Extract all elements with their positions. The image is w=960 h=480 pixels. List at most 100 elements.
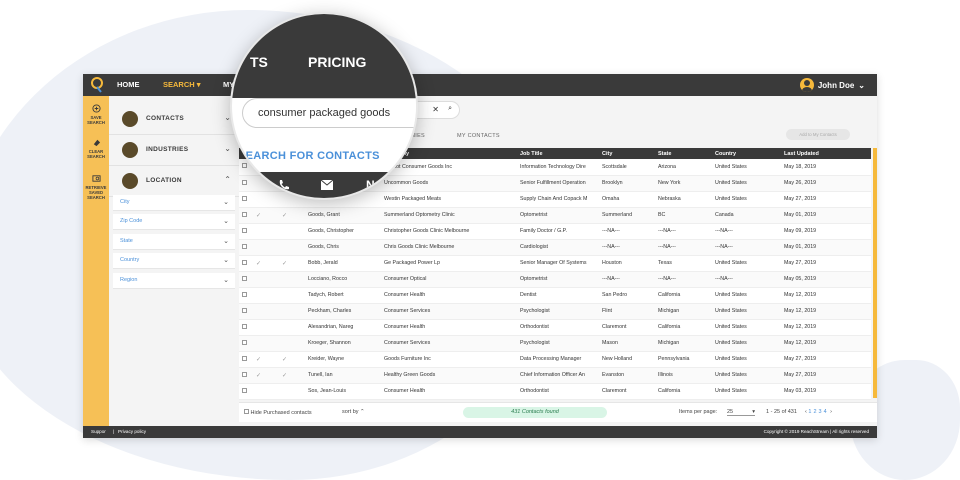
page-link[interactable]: 3 bbox=[819, 409, 822, 415]
search-icon[interactable]: ⌕ bbox=[448, 105, 452, 113]
hide-purchased-toggle[interactable]: Hide Purchased contacts bbox=[244, 409, 312, 416]
sort-by-control[interactable]: sort by ⌃ bbox=[342, 409, 365, 415]
table-row[interactable]: ✓ ✓ Bobb, Jerald Ge Packaged Power Lp Senior… bbox=[239, 255, 871, 271]
row-checkbox-cell[interactable] bbox=[239, 383, 253, 399]
table-row[interactable]: Alexandrian, Nareg Consumer Health Orthodo… bbox=[239, 319, 871, 335]
clear-search-button[interactable]: CLEAR SEARCH bbox=[83, 138, 109, 159]
close-icon[interactable]: ✕ bbox=[432, 105, 439, 114]
row-checkbox-cell[interactable] bbox=[239, 335, 253, 351]
filter-location[interactable]: LOCATION ⌃ bbox=[109, 166, 239, 197]
column-header-state[interactable]: State bbox=[655, 148, 712, 159]
table-cell: Orthodontist bbox=[520, 324, 549, 330]
checkbox[interactable] bbox=[242, 243, 247, 249]
column-header-last-updated[interactable]: Last Updated bbox=[781, 148, 871, 159]
checkbox[interactable] bbox=[242, 387, 247, 393]
eraser-icon bbox=[93, 139, 100, 147]
filter-country[interactable]: Country ⌄ bbox=[113, 253, 235, 269]
row-checkbox-cell[interactable] bbox=[239, 255, 253, 271]
table-row[interactable]: Tadych, Robert Consumer Health Dentist San … bbox=[239, 287, 871, 303]
checkbox[interactable] bbox=[242, 371, 247, 377]
column-header-city[interactable]: City bbox=[599, 148, 655, 159]
checkbox[interactable] bbox=[242, 323, 247, 329]
checkbox[interactable] bbox=[242, 259, 247, 265]
table-row[interactable]: ✓ ✓ Goods, Grant Summerland Optometry Clini… bbox=[239, 207, 871, 223]
table-row[interactable]: ✓ ✓ Tunell, Ian Healthy Green Goods Chief In… bbox=[239, 367, 871, 383]
row-checkbox-cell[interactable] bbox=[239, 303, 253, 319]
phone-status-cell bbox=[253, 239, 279, 255]
table-row[interactable]: Sos, Jean-Louis Consumer Health Orthodonti… bbox=[239, 383, 871, 399]
table-row[interactable]: ✓ ✓ Kreider, Wayne Goods Furniture Inc Data … bbox=[239, 351, 871, 367]
row-checkbox-cell[interactable] bbox=[239, 207, 253, 223]
contacts-found-badge: 431 Contacts found bbox=[463, 407, 607, 418]
row-checkbox-cell[interactable] bbox=[239, 287, 253, 303]
column-header-job-title[interactable]: Job Title bbox=[517, 148, 599, 159]
filter-contacts[interactable]: CONTACTS ⌄ bbox=[109, 104, 239, 135]
filter-region[interactable]: Region ⌄ bbox=[113, 273, 235, 289]
mail-icon bbox=[321, 180, 333, 190]
checkbox[interactable] bbox=[242, 355, 247, 361]
table-row[interactable]: Goods, Chris Chris Goods Clinic Melbourne… bbox=[239, 239, 871, 255]
chevron-down-icon: ⌄ bbox=[223, 277, 229, 284]
phone-status-cell: ✓ bbox=[256, 356, 262, 363]
nav-home[interactable]: HOME bbox=[117, 74, 140, 96]
checkbox[interactable] bbox=[242, 339, 247, 345]
location-pin-icon bbox=[122, 173, 138, 189]
filter-state[interactable]: State ⌄ bbox=[113, 234, 235, 250]
page-link[interactable]: 4 bbox=[824, 409, 827, 415]
filter-industries[interactable]: INDUSTRIES ⌄ bbox=[109, 135, 239, 166]
search-for-contacts-link: SEARCH FOR CONTACTS bbox=[238, 150, 380, 162]
checkbox[interactable] bbox=[242, 291, 247, 297]
table-cell: Brooklyn bbox=[602, 180, 623, 186]
checkbox[interactable] bbox=[242, 163, 247, 169]
table-row[interactable]: Kroeger, Shannon Consumer Services Psychol… bbox=[239, 335, 871, 351]
chevron-right-icon[interactable]: › bbox=[830, 409, 832, 415]
filter-zip-code[interactable]: Zip Code ⌄ bbox=[113, 214, 235, 230]
table-cell: May 12, 2019 bbox=[784, 340, 817, 346]
table-row[interactable]: Goods, Christopher Christopher Goods Clin… bbox=[239, 223, 871, 239]
table-cell: Summerland bbox=[602, 212, 633, 218]
items-per-page-select[interactable]: 25 ▾ bbox=[727, 409, 755, 416]
table-row[interactable]: Locciano, Rocco Consumer Optical Optometri… bbox=[239, 271, 871, 287]
checkbox[interactable] bbox=[242, 307, 247, 313]
nav-search[interactable]: SEARCH ▾ bbox=[163, 74, 201, 96]
table-cell: Psychologist bbox=[520, 340, 550, 346]
table-scrollbar[interactable] bbox=[873, 148, 877, 398]
bottom-bar: Suppor | Privacy policy Copyright © 2019… bbox=[83, 426, 877, 438]
checkbox[interactable] bbox=[242, 275, 247, 281]
row-checkbox-cell[interactable] bbox=[239, 319, 253, 335]
table-cell: Consumer Health bbox=[384, 388, 426, 394]
checkbox[interactable] bbox=[242, 211, 247, 217]
table-cell: United States bbox=[715, 292, 747, 298]
phone-status-cell: ✓ bbox=[256, 260, 262, 267]
table-cell: Data Processing Manager bbox=[520, 356, 582, 362]
magnified-search-input: consumer packaged goods bbox=[242, 98, 416, 128]
add-to-my-contacts-button[interactable]: Add to My Contacts bbox=[786, 129, 850, 140]
table-row[interactable]: Peckham, Charles Consumer Services Psychol… bbox=[239, 303, 871, 319]
table-cell: California bbox=[658, 292, 681, 298]
privacy-policy-link[interactable]: Privacy policy bbox=[118, 429, 146, 434]
tab-my-contacts[interactable]: MY CONTACTS bbox=[457, 133, 500, 139]
filter-city[interactable]: City ⌄ bbox=[113, 195, 235, 211]
user-menu[interactable]: John Doe ⌄ bbox=[799, 77, 865, 93]
row-checkbox-cell[interactable] bbox=[239, 351, 253, 367]
table-cell: United States bbox=[715, 324, 747, 330]
magnified-table-header: Name bbox=[232, 172, 416, 198]
page-link[interactable]: 1 bbox=[808, 409, 811, 415]
checkbox[interactable] bbox=[242, 227, 247, 233]
row-checkbox-cell[interactable] bbox=[239, 239, 253, 255]
folder-search-icon bbox=[91, 175, 101, 182]
retrieve-saved-search-button[interactable]: RETRIEVE SAVED SEARCH bbox=[83, 174, 109, 200]
row-checkbox-cell[interactable] bbox=[239, 223, 253, 239]
table-cell: Goods Furniture Inc bbox=[384, 356, 431, 362]
checkbox[interactable] bbox=[244, 409, 249, 414]
table-cell: Sos, Jean-Louis bbox=[308, 388, 346, 394]
row-checkbox-cell[interactable] bbox=[239, 367, 253, 383]
page-link[interactable]: 2 bbox=[813, 409, 816, 415]
column-header-country[interactable]: Country bbox=[712, 148, 781, 159]
chevron-left-icon[interactable]: ‹ bbox=[805, 409, 807, 415]
chevron-down-icon: ▾ bbox=[752, 409, 755, 415]
phone-status-cell: ✓ bbox=[256, 372, 262, 379]
support-link[interactable]: Suppor bbox=[91, 429, 106, 434]
save-search-button[interactable]: SAVE SEARCH bbox=[83, 104, 109, 125]
row-checkbox-cell[interactable] bbox=[239, 271, 253, 287]
